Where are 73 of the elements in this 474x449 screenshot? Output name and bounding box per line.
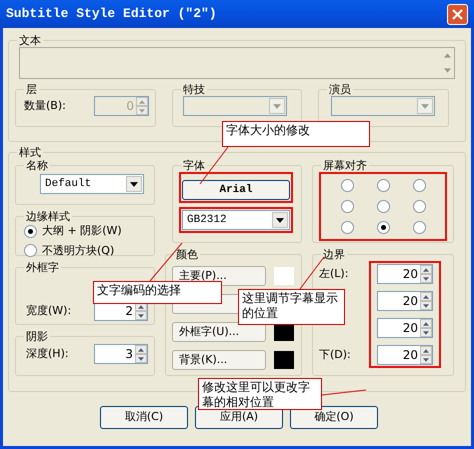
dialog-button[interactable]: 确定(O) — [290, 406, 378, 429]
group-label: 颜色 — [175, 248, 199, 261]
group-label: 特技 — [182, 83, 206, 96]
color-button[interactable]: 背景(K)... — [172, 350, 266, 370]
field-label: 深度(H): — [26, 346, 70, 362]
spinner-value: 20 — [402, 266, 419, 283]
caret-icon[interactable] — [130, 182, 138, 186]
group-label: 边缘样式 — [25, 210, 71, 223]
radio-button[interactable] — [340, 179, 354, 192]
number-spinner[interactable]: 20 — [377, 345, 433, 365]
spinner-value: 20 — [402, 293, 419, 310]
number-spinner[interactable]: 20 — [377, 264, 433, 284]
group-label: 样式 — [18, 146, 42, 159]
up-arrow-icon[interactable] — [138, 304, 144, 308]
callout-tooltip: 这里调节字幕显示的位置 — [238, 289, 345, 325]
radio-button[interactable] — [376, 179, 390, 192]
callout-tooltip: 文字编码的选择 — [93, 281, 222, 304]
down-arrow-icon[interactable] — [423, 276, 429, 280]
up-arrow-icon[interactable] — [138, 348, 144, 352]
spinner-value: 3 — [124, 346, 134, 363]
dropdown-value: Default — [44, 176, 92, 192]
radio-button[interactable] — [412, 200, 426, 213]
spinner-value: 2 — [124, 303, 134, 320]
dropdown[interactable]: GB2312 — [182, 210, 290, 230]
group-label: 名称 — [25, 159, 49, 172]
down-arrow-icon[interactable] — [423, 330, 429, 334]
up-arrow-icon[interactable] — [423, 294, 429, 298]
number-spinner[interactable]: 3 — [94, 344, 148, 364]
caret-icon[interactable] — [276, 218, 284, 223]
field-label: 下(D): — [319, 346, 351, 363]
color-button[interactable]: 外框字(U)... — [172, 322, 266, 342]
radio-button[interactable] — [412, 179, 426, 192]
down-arrow-icon[interactable] — [423, 358, 429, 362]
group-label: 字体 — [182, 159, 206, 172]
group-label: 文本 — [18, 34, 42, 47]
close-icon[interactable] — [447, 4, 468, 24]
down-arrow-icon[interactable] — [138, 356, 144, 360]
radio-button[interactable] — [376, 200, 390, 213]
window-title: Subtitle Style Editor ("2") — [6, 5, 217, 24]
group-label: 边界 — [322, 248, 346, 261]
radio-button[interactable] — [24, 244, 37, 258]
number-spinner[interactable]: 20 — [377, 318, 433, 338]
up-arrow-icon[interactable] — [423, 348, 429, 352]
group-label: 演员 — [328, 83, 352, 96]
radio-button[interactable] — [340, 221, 354, 234]
number-spinner[interactable]: 20 — [377, 291, 433, 311]
radio-button[interactable] — [340, 200, 354, 213]
group-label: 阴影 — [25, 330, 49, 343]
font-button[interactable]: Arial — [182, 180, 290, 200]
group-label: 外框字 — [25, 261, 60, 274]
spinner-value: 0 — [125, 98, 135, 115]
up-arrow-icon[interactable] — [423, 322, 429, 326]
dialog-button[interactable]: 取消(C) — [100, 406, 188, 429]
group-label: 屏幕对齐 — [322, 159, 368, 172]
spinner-value: 20 — [402, 347, 419, 364]
dropdown[interactable]: Default — [40, 174, 144, 194]
field-label: 左(L): — [319, 266, 348, 282]
radio-button[interactable] — [24, 224, 37, 238]
leader-line — [322, 390, 366, 396]
up-arrow-icon[interactable] — [423, 268, 429, 272]
radio-button[interactable] — [376, 221, 390, 234]
field-label: 宽度(W): — [26, 302, 72, 319]
spinner-value: 20 — [402, 320, 419, 337]
radio-button[interactable] — [412, 221, 426, 234]
dropdown-value: GB2312 — [186, 213, 228, 228]
callout-tooltip: 修改这里可以更改字幕的相对位置 — [198, 378, 322, 410]
field-label: 数量(B): — [24, 98, 67, 114]
group-label: 层 — [25, 83, 38, 96]
down-arrow-icon[interactable] — [423, 304, 429, 308]
down-arrow-icon[interactable] — [138, 314, 144, 318]
callout-tooltip: 字体大小的修改 — [222, 121, 370, 147]
radio-label: 大纲 + 阴影(W) — [42, 223, 122, 239]
radio-label: 不透明方块(Q) — [42, 242, 114, 258]
